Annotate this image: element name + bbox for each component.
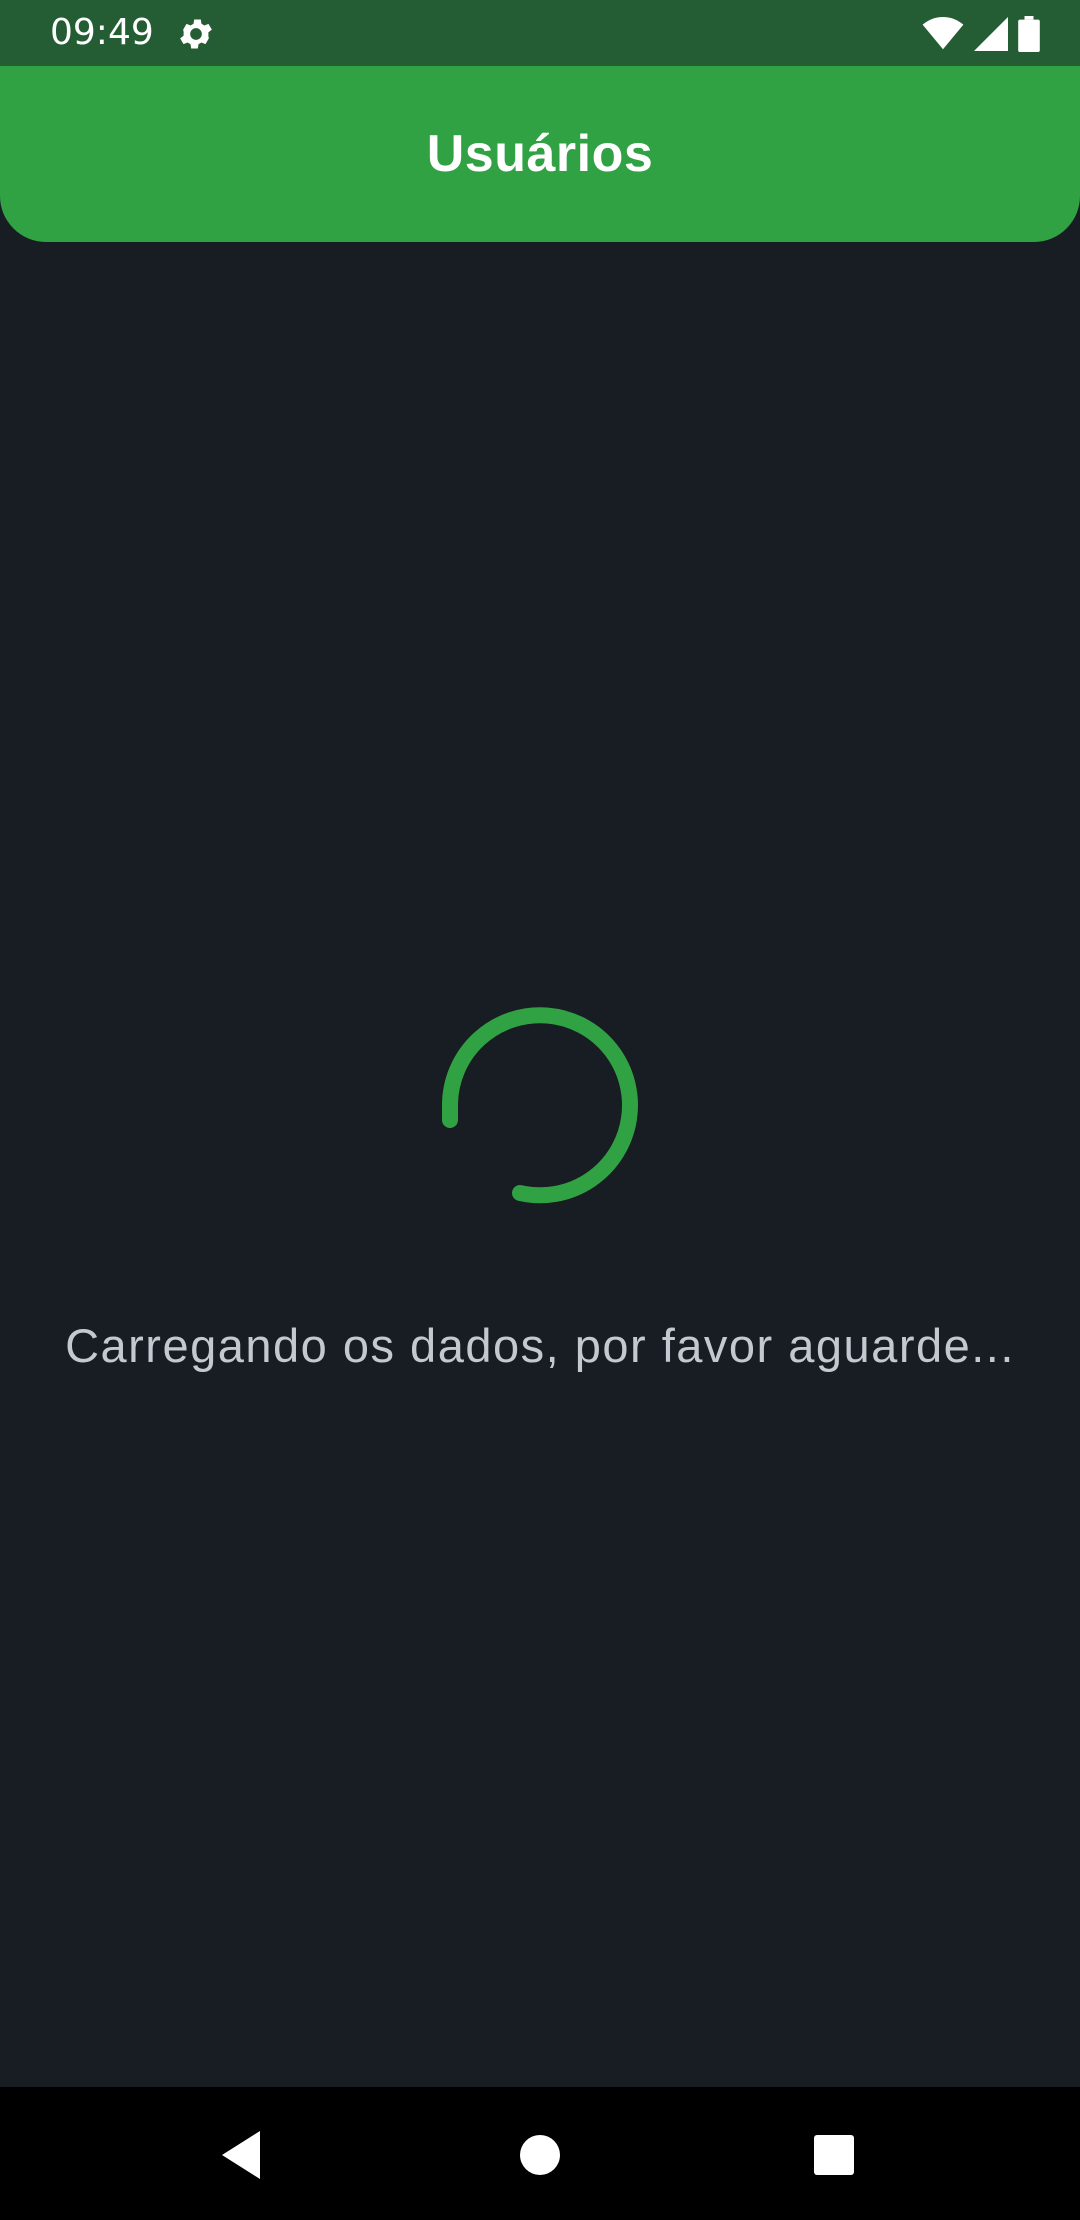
status-bar: 09:49 (0, 0, 1080, 66)
home-icon[interactable] (512, 2127, 568, 2183)
page-title: Usuários (426, 125, 654, 183)
loading-spinner-icon (442, 1007, 638, 1204)
battery-icon (1018, 16, 1040, 52)
wifi-icon (922, 17, 964, 50)
loading-message: Carregando os dados, por favor aguarde..… (65, 1319, 1015, 1372)
app-bar: Usuários (0, 66, 1080, 242)
status-time: 09:49 (50, 12, 154, 53)
back-icon[interactable] (216, 2127, 272, 2183)
recents-icon[interactable] (806, 2127, 862, 2183)
gear-icon (180, 19, 212, 49)
screen: 09:49 Usuários Carregando os dados, por … (0, 0, 1080, 2220)
status-icons (922, 14, 1040, 54)
cell-signal-icon (974, 17, 1008, 51)
navigation-bar (0, 2087, 1080, 2220)
